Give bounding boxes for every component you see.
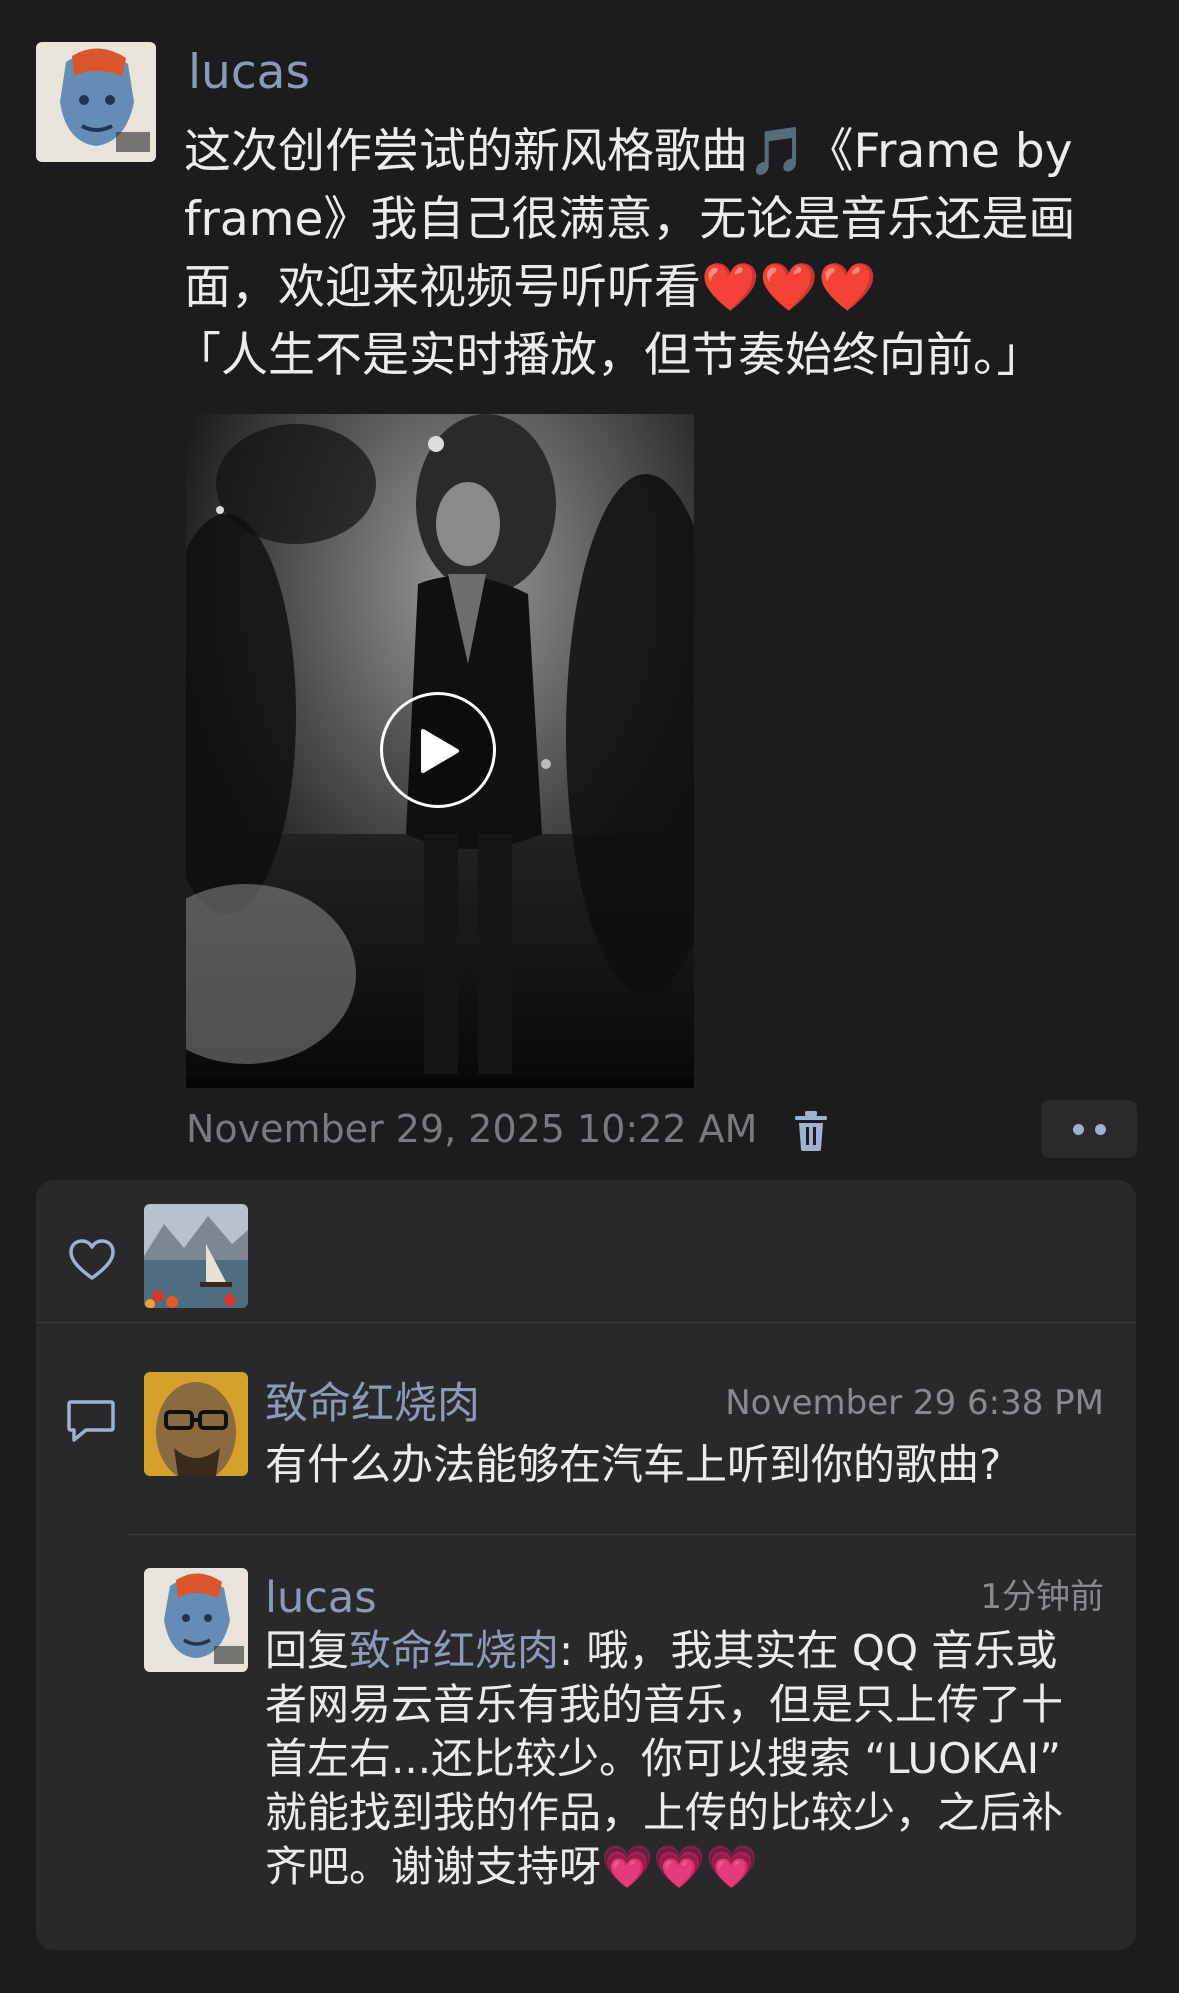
reply-text-part: 齐吧。谢谢支持呀: [265, 1842, 602, 1891]
post-quote-line: 「人生不是实时播放，但节奏始终向前。」: [174, 328, 1044, 383]
play-button[interactable]: [380, 692, 496, 808]
poster-avatar[interactable]: [36, 42, 156, 162]
reply-text-line: 者网易云音乐有我的音乐，但是只上传了十: [265, 1680, 1064, 1729]
comment-text-line: 有什么办法能够在汽车上听到你的歌曲?: [265, 1440, 1002, 1489]
post-text: 这次创作尝试的新风格歌曲🎵《Frame by frame》我自己很满意，无论是音…: [174, 118, 1144, 390]
reply-text-part: 哦，我其实在 QQ 音乐或: [586, 1626, 1058, 1675]
play-icon: [421, 729, 459, 773]
comment-time: November 29 6:38 PM: [725, 1383, 1104, 1423]
poster-name[interactable]: lucas: [188, 42, 310, 104]
reply-text: 回复致命红烧肉: 哦，我其实在 QQ 音乐或 者网易云音乐有我的音乐，但是只上传…: [265, 1624, 1125, 1894]
more-button[interactable]: [1041, 1100, 1137, 1158]
reply-avatar[interactable]: [144, 1568, 248, 1672]
heart-outline-icon: [69, 1239, 115, 1280]
reply-text-line: 就能找到我的作品，上传的比较少，之后补: [265, 1788, 1064, 1837]
comment-text: 有什么办法能够在汽车上听到你的歌曲?: [265, 1438, 1125, 1492]
delete-button[interactable]: [793, 1111, 829, 1151]
reply-colon: :: [559, 1626, 587, 1675]
post-text-line: 这次创作尝试的新风格歌曲🎵《Frame by: [184, 124, 1073, 179]
reply-time: 1分钟前: [980, 1577, 1104, 1617]
comment-bubble-icon: [67, 1400, 115, 1442]
divider: [128, 1534, 1136, 1535]
commenter-name[interactable]: 致命红烧肉: [265, 1376, 480, 1432]
reply-text-line: 首左右...还比较少。你可以搜索 “LUOKAI”: [265, 1734, 1061, 1783]
reply-text-line: 回复致命红烧肉: 哦，我其实在 QQ 音乐或: [265, 1624, 1125, 1678]
trash-icon: [795, 1111, 827, 1151]
divider: [36, 1322, 1136, 1323]
video-thumbnail[interactable]: [186, 414, 694, 1088]
post-timestamp: November 29, 2025 10:22 AM: [186, 1107, 758, 1151]
post-text-line: frame》我自己很满意，无论是音乐还是画: [184, 192, 1076, 247]
reply-mention[interactable]: 致命红烧肉: [349, 1626, 559, 1675]
heart-emoji: 💗💗💗: [601, 1842, 758, 1891]
liker-avatar[interactable]: [144, 1204, 248, 1308]
post-text-line: 面，欢迎来视频号听听看❤️❤️❤️: [184, 260, 877, 315]
reply-author-name[interactable]: lucas: [265, 1570, 377, 1626]
reply-text-line: 齐吧。谢谢支持呀💗💗💗: [265, 1840, 1125, 1894]
interaction-panel: 致命红烧肉 November 29 6:38 PM 有什么办法能够在汽车上听到你…: [36, 1180, 1136, 1950]
commenter-avatar[interactable]: [144, 1372, 248, 1476]
reply-prefix: 回复: [265, 1626, 350, 1675]
